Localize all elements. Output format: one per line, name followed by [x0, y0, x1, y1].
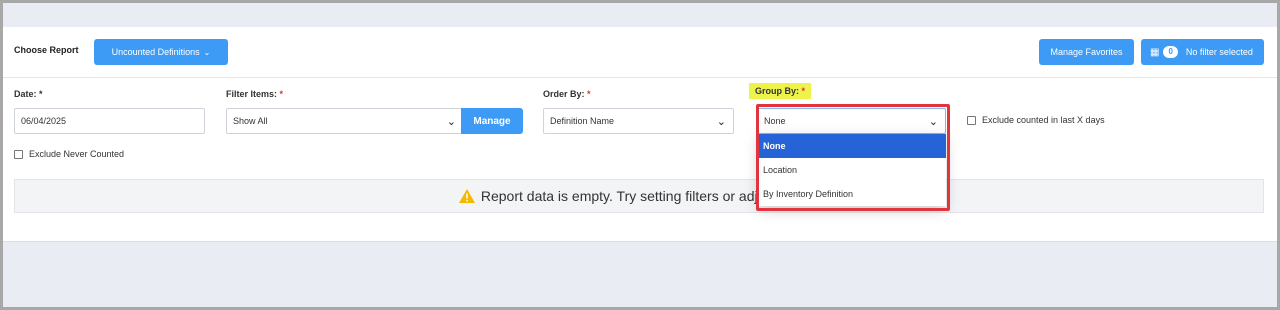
filter-items-select[interactable]: Show All ⌄: [226, 108, 464, 134]
chevron-down-icon: ⌄: [446, 116, 456, 128]
order-by-label: Order By: *: [543, 89, 591, 99]
filter-items-label: Filter Items: *: [226, 89, 284, 99]
filter-items-value: Show All: [233, 116, 268, 126]
manage-favorites-button[interactable]: Manage Favorites: [1039, 39, 1134, 65]
exclude-counted-label: Exclude counted in last X days: [982, 115, 1105, 125]
report-select-button[interactable]: Uncounted Definitions ⌄: [94, 39, 228, 65]
exclude-never-counted-label: Exclude Never Counted: [29, 149, 125, 159]
filter-icon: ▦: [1150, 46, 1160, 58]
manage-button[interactable]: Manage: [461, 108, 523, 134]
report-panel: Choose Report Uncounted Definitions ⌄ Ma…: [3, 27, 1277, 242]
choose-report-label: Choose Report: [14, 45, 79, 55]
exclude-counted-checkbox[interactable]: Exclude counted in last X days: [967, 115, 1105, 125]
filter-count-badge: 0: [1163, 46, 1178, 58]
empty-report-message: Report data is empty. Try setting filter…: [14, 179, 1264, 213]
order-by-value: Definition Name: [550, 116, 615, 126]
group-by-label: Group By: *: [749, 83, 812, 99]
date-label: Date: *: [14, 89, 43, 99]
report-toolbar: Choose Report Uncounted Definitions ⌄ Ma…: [3, 27, 1277, 78]
checkbox-icon[interactable]: [14, 149, 23, 159]
checkbox-icon[interactable]: [967, 115, 976, 125]
filter-status-label: No filter selected: [1185, 47, 1253, 57]
report-select-label: Uncounted Definitions: [111, 47, 200, 57]
warning-triangle-icon: [458, 189, 475, 203]
filter-status-button[interactable]: ▦ 0 No filter selected: [1141, 39, 1264, 65]
chevron-down-icon: ⌄: [203, 47, 211, 57]
chevron-down-icon: ⌄: [716, 116, 726, 128]
annotation-highlight-box: [756, 104, 950, 211]
exclude-never-counted-checkbox[interactable]: Exclude Never Counted: [14, 149, 124, 159]
date-input[interactable]: [14, 108, 205, 134]
order-by-select[interactable]: Definition Name ⌄: [543, 108, 734, 134]
